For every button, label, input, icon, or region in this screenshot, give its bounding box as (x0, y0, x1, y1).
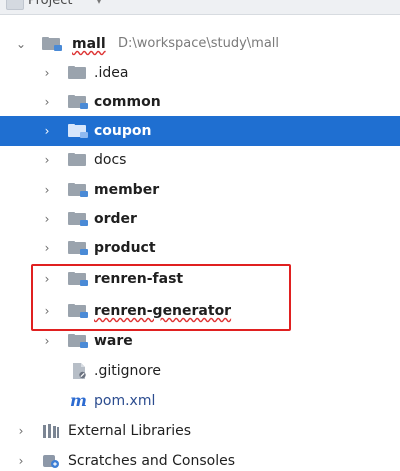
tree-external-libraries[interactable]: › External Libraries (0, 416, 400, 446)
module-folder-icon (68, 95, 88, 109)
tree-item-product[interactable]: › product (0, 233, 400, 263)
module-folder-icon (68, 241, 88, 255)
project-panel-title: Project (28, 0, 73, 8)
project-view-icon (6, 0, 24, 10)
item-label: ware (94, 333, 133, 349)
tree-item-idea[interactable]: › .idea (0, 58, 400, 88)
libraries-icon (43, 424, 59, 438)
root-label: mall (72, 36, 106, 52)
module-folder-icon (68, 334, 88, 348)
maven-icon: m (70, 391, 87, 410)
chevron-right-icon[interactable]: › (14, 454, 28, 468)
item-label: .idea (94, 65, 129, 81)
tree-item-docs[interactable]: › docs (0, 145, 400, 175)
chevron-right-icon[interactable]: › (40, 241, 54, 255)
project-tool-window: Project ▾ ⌄ mall D:\workspace\study\mall… (0, 0, 400, 471)
module-folder-icon (68, 124, 88, 138)
scratches-icon (43, 455, 59, 468)
chevron-right-icon[interactable]: › (40, 66, 54, 80)
tree-item-member[interactable]: › member (0, 175, 400, 205)
chevron-right-icon[interactable]: › (40, 212, 54, 226)
tree-item-order[interactable]: › order (0, 204, 400, 234)
tree-item-gitignore[interactable]: .gitignore (0, 356, 400, 386)
module-folder-icon (42, 37, 62, 51)
tree-scratches-and-consoles[interactable]: › Scratches and Consoles (0, 446, 400, 471)
module-folder-icon (68, 183, 88, 197)
folder-icon (68, 153, 86, 166)
annotation-highlight-box (31, 264, 291, 331)
chevron-down-icon[interactable]: ▾ (96, 0, 102, 7)
chevron-right-icon[interactable]: › (40, 124, 54, 138)
tree-item-common[interactable]: › common (0, 87, 400, 117)
chevron-right-icon[interactable]: › (40, 153, 54, 167)
module-folder-icon (68, 212, 88, 226)
chevron-right-icon[interactable]: › (14, 424, 28, 438)
item-label: Scratches and Consoles (68, 453, 235, 469)
chevron-down-icon[interactable]: ⌄ (14, 37, 28, 51)
item-label: coupon (94, 123, 152, 139)
gitignore-icon (73, 363, 86, 379)
folder-icon (68, 66, 86, 79)
item-label: pom.xml (94, 393, 156, 409)
project-panel-header[interactable]: Project ▾ (0, 0, 400, 15)
item-label: order (94, 211, 137, 227)
root-path: D:\workspace\study\mall (118, 36, 280, 51)
chevron-right-icon[interactable]: › (40, 334, 54, 348)
item-label: common (94, 94, 161, 110)
item-label: member (94, 182, 160, 198)
chevron-right-icon[interactable]: › (40, 183, 54, 197)
tree-item-pom-xml[interactable]: m pom.xml (0, 386, 400, 416)
item-label: product (94, 240, 156, 256)
tree-item-coupon[interactable]: › coupon (0, 116, 400, 146)
item-label: docs (94, 152, 127, 168)
chevron-right-icon[interactable]: › (40, 95, 54, 109)
tree-root-mall[interactable]: ⌄ mall D:\workspace\study\mall (0, 29, 400, 59)
item-label: External Libraries (68, 423, 191, 439)
item-label: .gitignore (94, 363, 161, 379)
